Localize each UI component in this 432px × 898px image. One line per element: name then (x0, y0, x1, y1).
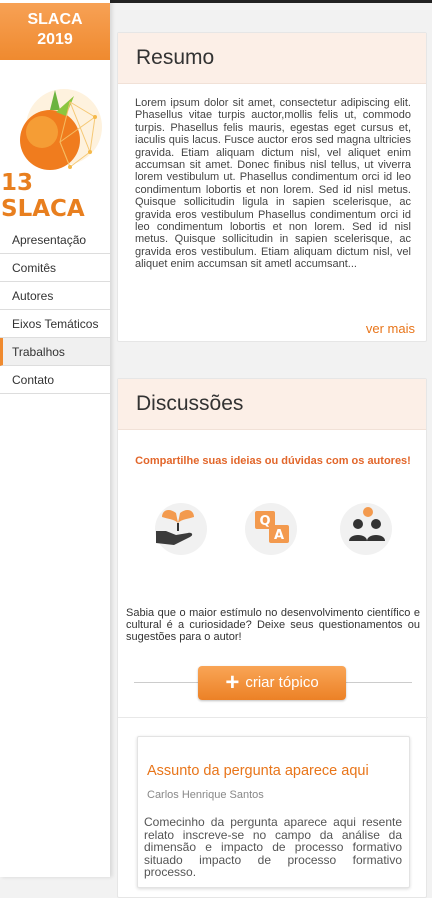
resumo-text: Lorem ipsum dolor sit amet, consectetur … (135, 97, 411, 271)
resumo-card: Resumo Lorem ipsum dolor sit amet, conse… (117, 32, 427, 342)
hand-plant-icon (155, 503, 207, 555)
resumo-title: Resumo (118, 33, 426, 84)
discussoes-title: Discussões (118, 379, 426, 430)
create-topic-button[interactable]: + criar tópico (198, 666, 346, 700)
sidebar-item-contato[interactable]: Contato (0, 366, 110, 394)
sidebar-item-apresentacao[interactable]: Apresentação (0, 226, 110, 254)
topic-title[interactable]: Assunto da pergunta aparece aqui (147, 763, 369, 779)
question-answer-icon: Q A (245, 503, 297, 555)
sidebar-item-autores[interactable]: Autores (0, 282, 110, 310)
svg-text:A: A (274, 528, 284, 543)
brand-badge[interactable]: SLACA 2019 (0, 3, 110, 60)
svg-text:Q: Q (259, 514, 270, 529)
section-divider (118, 717, 428, 718)
logo-text: 13 SLACA (1, 170, 85, 222)
sidebar-menu: Apresentação Comitês Autores Eixos Temát… (0, 226, 110, 394)
topic-author: Carlos Henrique Santos (147, 789, 264, 801)
people-icon (340, 503, 392, 555)
sidebar-item-eixos-tematicos[interactable]: Eixos Temáticos (0, 310, 110, 338)
sidebar-item-trabalhos[interactable]: Trabalhos (0, 338, 110, 366)
brand-year: 2019 (37, 31, 73, 48)
topic-card[interactable]: Assunto da pergunta aparece aqui Carlos … (137, 736, 410, 888)
discussoes-text: Sabia que o maior estímulo no desenvolvi… (126, 607, 420, 643)
ver-mais-link[interactable]: ver mais (366, 321, 415, 336)
discussoes-card: Discussões Compartilhe suas ideias ou dú… (117, 378, 428, 898)
sidebar-item-comites[interactable]: Comitês (0, 254, 110, 282)
sidebar: SLACA 2019 13 SLACA Apresentação Comitês… (0, 0, 110, 877)
brand-title: SLACA (27, 11, 83, 28)
topic-text: Comecinho da pergunta aparece aqui resen… (144, 815, 402, 879)
plus-icon: + (225, 669, 240, 696)
create-topic-label: criar tópico (245, 674, 319, 691)
discussoes-subtitle: Compartilhe suas ideias ou dúvidas com o… (135, 455, 411, 467)
